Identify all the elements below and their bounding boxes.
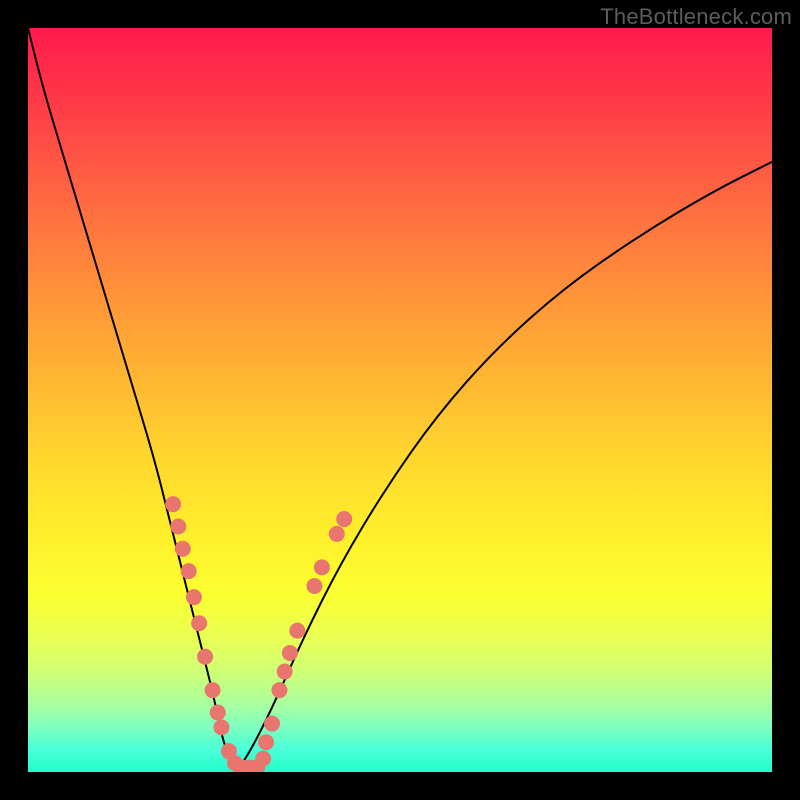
data-marker [191,615,207,631]
chart-container: TheBottleneck.com [0,0,800,800]
left-curve-path [28,28,236,772]
data-marker [175,541,191,557]
data-marker [282,645,298,661]
data-marker [197,649,213,665]
data-marker [271,682,287,698]
data-marker [221,743,237,759]
data-marker [336,511,352,527]
data-marker [242,760,258,772]
data-marker [210,704,226,720]
data-marker [186,589,202,605]
data-marker [227,755,243,771]
data-marker [289,623,305,639]
data-marker [165,496,181,512]
data-marker [181,563,197,579]
right-curve-path [236,162,772,772]
data-marker [170,518,186,534]
data-marker [258,734,274,750]
data-marker [306,578,322,594]
data-marker [329,526,345,542]
data-marker [205,682,221,698]
data-marker [213,719,229,735]
data-marker [234,760,250,772]
markers-group [165,496,352,772]
data-marker [277,664,293,680]
watermark-text: TheBottleneck.com [600,4,792,30]
plot-area [28,28,772,772]
data-marker [264,716,280,732]
data-marker [255,751,271,767]
data-marker [249,760,265,772]
curve-svg [28,28,772,772]
curve-right [236,162,772,772]
data-marker [314,559,330,575]
curve-left [28,28,236,772]
